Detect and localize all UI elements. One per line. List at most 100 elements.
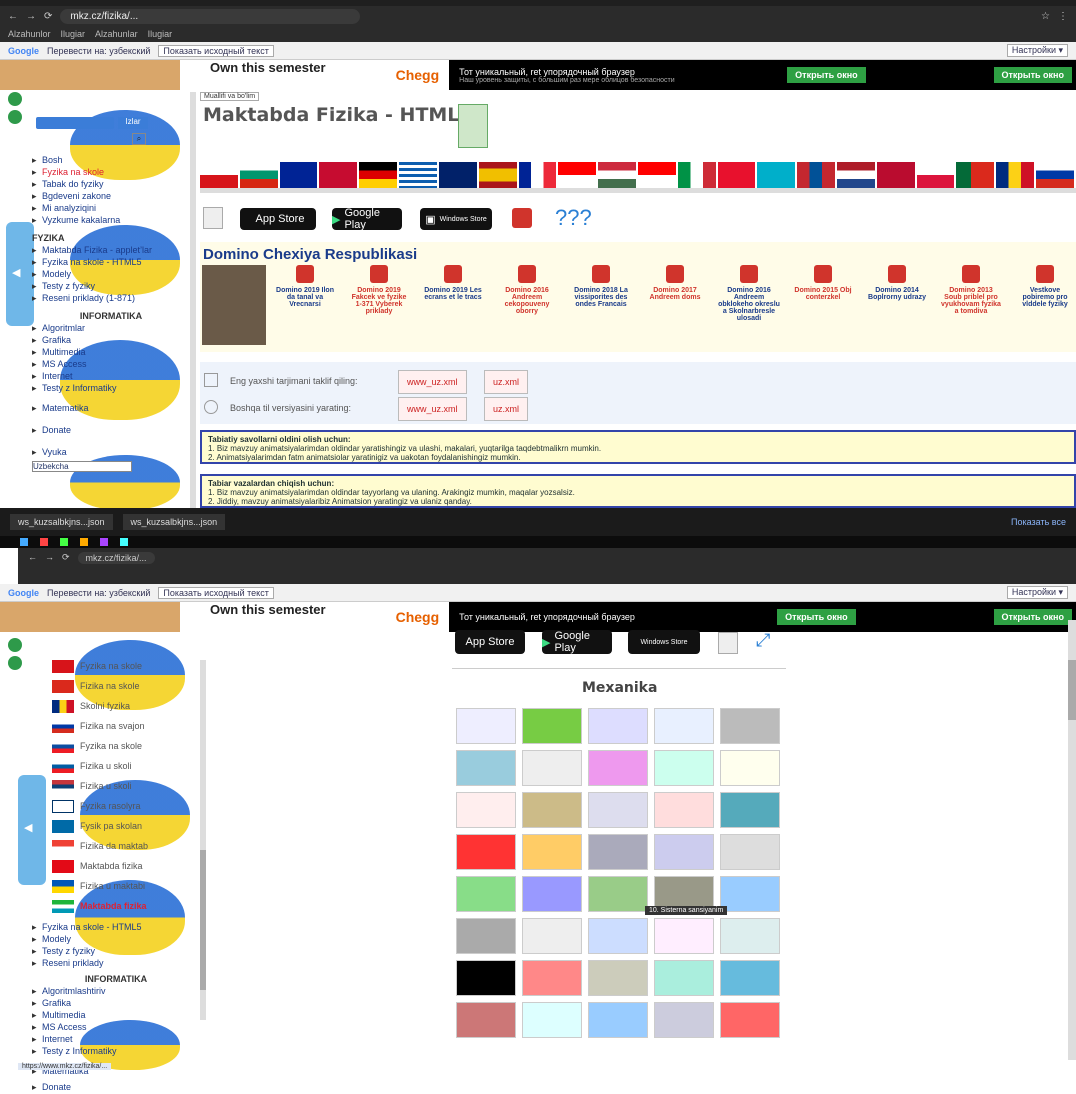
sidebar-item[interactable]: Reseni priklady (1-871) (32, 293, 190, 304)
scroll-thumb[interactable] (1068, 660, 1076, 720)
scroll-thumb[interactable] (200, 850, 206, 990)
download-item[interactable]: ws_kuzsalbkjns...json (122, 514, 226, 530)
forward-icon[interactable]: → (45, 552, 54, 564)
domino-item[interactable]: Vestkove pobiremo pro vlddele fyziky (1014, 265, 1076, 322)
url-field[interactable]: mkz.cz/fizika/... (77, 552, 155, 564)
simulation-thumbnail[interactable] (654, 960, 714, 996)
domino-item[interactable]: Domino 2013 Soub priblel pro vyukhovam f… (940, 265, 1002, 322)
sidebar-item[interactable]: Fyzika na skole (32, 167, 190, 178)
simulation-thumbnail[interactable] (588, 876, 648, 912)
googleplay-button[interactable]: ▶ Google Play (542, 630, 612, 654)
sidebar-item[interactable]: Grafika (32, 998, 200, 1009)
download-item[interactable]: ws_kuzsalbkjns...json (10, 514, 113, 530)
flag-id-icon[interactable] (637, 162, 676, 188)
simulation-thumbnail[interactable] (720, 750, 780, 786)
sidebar-item-donate[interactable]: Donate (32, 1082, 200, 1093)
appstore-button[interactable]: App Store (455, 630, 525, 654)
search-button[interactable]: Izlar (118, 117, 148, 129)
qr-icon[interactable] (718, 632, 738, 654)
simulation-thumbnail[interactable] (522, 792, 582, 828)
lang-item[interactable]: Fyzika na skole (52, 736, 202, 756)
simulation-thumbnail[interactable] (456, 750, 516, 786)
domino-item[interactable]: Domino 2014 Boplrorny udrazy (866, 265, 928, 322)
xml-button[interactable]: uz.xml (484, 397, 529, 421)
domino-item[interactable]: Domino 2018 La vissiporites des ondes Fr… (570, 265, 632, 322)
simulation-thumbnail[interactable] (588, 918, 648, 954)
simulation-thumbnail[interactable] (654, 1002, 714, 1038)
simulation-thumbnail[interactable] (522, 876, 582, 912)
translate-settings-button[interactable]: Настройки ▾ (1006, 44, 1068, 57)
show-all-link[interactable]: Показать все (1011, 517, 1066, 527)
sidebar-item[interactable]: Grafika (32, 335, 190, 346)
windows-store-button[interactable]: Windows Store (628, 630, 700, 654)
menu-icon[interactable]: ⋮ (1058, 11, 1068, 22)
app-icon[interactable] (120, 538, 128, 546)
sidebar-item[interactable]: Reseni priklady (32, 958, 200, 969)
back-icon[interactable]: ← (28, 552, 37, 564)
domino-item[interactable]: Domino 2017 Andreem doms (644, 265, 706, 322)
back-icon[interactable]: ← (8, 11, 18, 22)
simulation-thumbnail[interactable] (522, 960, 582, 996)
simulation-thumbnail[interactable] (654, 708, 714, 744)
flag-dk-icon[interactable] (319, 162, 358, 188)
sidebar-item[interactable]: Algoritmlashtiriv (32, 986, 200, 997)
flag-mn-icon[interactable] (797, 162, 835, 188)
sidebar-item-home[interactable]: Bosh (32, 155, 190, 166)
sidebar-item[interactable]: Tabak do fyziky (32, 179, 190, 190)
help-link[interactable]: ??? (555, 205, 592, 231)
sidebar-item[interactable]: Multimedia (32, 347, 190, 358)
flag-kz-icon[interactable] (757, 162, 796, 188)
simulation-thumbnail[interactable] (720, 834, 780, 870)
sidebar-item[interactable]: Multimedia (32, 1010, 200, 1021)
sidebar-item[interactable]: Testy z Informatiky (32, 1046, 200, 1057)
url-field[interactable]: mkz.cz/fizika/... (60, 8, 361, 24)
simulation-thumbnail[interactable] (654, 918, 714, 954)
sidebar-item[interactable]: Vyzkume kakalarna (32, 215, 190, 226)
flag-pl-icon[interactable] (916, 162, 955, 188)
simulation-thumbnail[interactable] (720, 960, 780, 996)
simulation-thumbnail[interactable] (588, 960, 648, 996)
sidebar-scrollbar[interactable] (200, 660, 206, 1020)
flag-nl-icon[interactable] (837, 162, 875, 188)
home-icon[interactable] (8, 638, 22, 652)
lang-item[interactable]: Skolni fyzika (52, 696, 202, 716)
list-icon[interactable] (8, 110, 22, 124)
flag-no-icon[interactable] (876, 162, 915, 188)
xml-button[interactable]: www_uz.xml (398, 397, 467, 421)
sidebar-item[interactable]: Bgdeveni zakone (32, 191, 190, 202)
edit-icon[interactable] (204, 373, 218, 387)
bookmark-item[interactable]: Ilugiar (148, 29, 173, 39)
sidebar-item[interactable]: Modely (32, 934, 200, 945)
ad-right-button[interactable]: Открыть окно (993, 609, 1072, 625)
simulation-thumbnail[interactable] (456, 708, 516, 744)
domino-item[interactable]: Domino 2019 Les ecrans et le tracs (422, 265, 484, 322)
simulation-thumbnail[interactable] (522, 708, 582, 744)
lang-item[interactable]: Maktabda fizika (52, 856, 202, 876)
sidebar-item[interactable]: Testy z Informatiky (32, 383, 190, 394)
xml-button[interactable]: www_uz.xml (398, 370, 467, 394)
googleplay-button[interactable]: ▶ Google Play (332, 207, 402, 231)
simulation-thumbnail[interactable] (456, 960, 516, 996)
reload-icon[interactable]: ⟳ (62, 552, 70, 564)
home-icon[interactable] (8, 92, 22, 106)
lang-item[interactable]: Fysik pa skolan (52, 816, 202, 836)
app-icon[interactable] (80, 538, 88, 546)
xml-button[interactable]: uz.xml (484, 370, 529, 394)
flag-fr-icon[interactable] (518, 162, 557, 188)
sidebar-item-donate[interactable]: Donate (32, 425, 190, 436)
translate-language[interactable]: Перевести на: узбекский (47, 588, 150, 598)
sidebar-item[interactable]: Maktabda Fizika - applet’lar (32, 245, 190, 256)
simulation-thumbnail[interactable] (522, 918, 582, 954)
app-icon[interactable] (60, 538, 68, 546)
simulation-thumbnail[interactable] (588, 708, 648, 744)
lang-item[interactable]: Fizika da maktab (52, 836, 202, 856)
list-icon[interactable] (8, 656, 22, 670)
simulation-thumbnail[interactable] (720, 708, 780, 744)
flag-bg-icon[interactable] (239, 162, 278, 188)
forward-icon[interactable]: → (26, 11, 36, 22)
ad-open-button[interactable]: Открыть окно (787, 67, 866, 83)
lang-item[interactable]: Fyzika rasolyra (52, 796, 202, 816)
app-icon[interactable] (40, 538, 48, 546)
share-icon[interactable]: ⤢ (756, 630, 770, 651)
lang-item[interactable]: Fizika u skoli (52, 756, 202, 776)
